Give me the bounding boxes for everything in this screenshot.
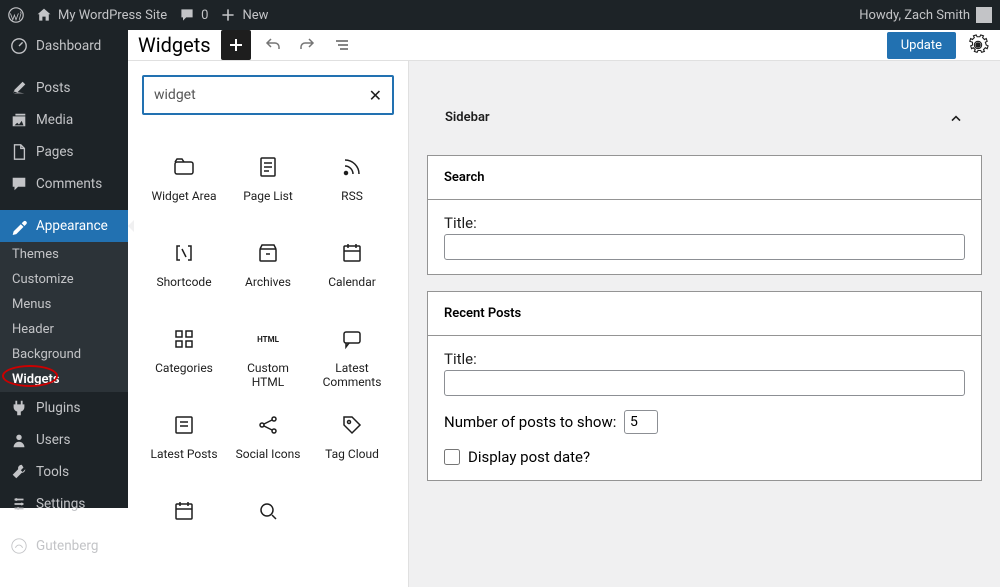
blocks-grid: Widget AreaPage ListRSS ShortcodeArchives… [142,143,394,573]
block-item-archives[interactable]: Archives [226,229,310,315]
block-item-comments[interactable]: Latest Comments [310,315,394,401]
subitem-themes[interactable]: Themes [0,242,128,267]
recent-date-checkbox[interactable] [444,449,460,465]
subitem-widgets[interactable]: Widgets [0,367,128,392]
sidebar-item-settings[interactable]: Settings [0,488,128,520]
sidebar-item-dashboard[interactable]: Dashboard [0,30,128,62]
block-item-html[interactable]: HTMLCustom HTML [226,315,310,401]
subitem-background[interactable]: Background [0,342,128,367]
list-view-button[interactable] [329,33,353,57]
block-item-extra-1[interactable] [226,487,310,573]
comment-icon [179,7,195,23]
appearance-submenu: Themes Customize Menus Header Background… [0,242,128,392]
block-item-pagelist[interactable]: Page List [226,143,310,229]
update-button[interactable]: Update [887,32,956,59]
sidebar-item-pages[interactable]: Pages [0,136,128,168]
add-block-button[interactable] [221,30,251,60]
comments-link[interactable]: 0 [179,7,208,23]
home-icon [36,7,52,23]
subitem-customize[interactable]: Customize [0,267,128,292]
widget-recent-posts: Recent Posts Title: Number of posts to s… [427,291,982,481]
recent-count-input[interactable] [624,410,658,434]
block-search-box: ✕ [142,75,394,115]
sidebar-item-tools[interactable]: Tools [0,456,128,488]
sidebar-item-posts[interactable]: Posts [0,72,128,104]
widget-search-title[interactable]: Search [428,156,981,200]
block-search-input[interactable] [154,87,369,103]
search-title-input[interactable] [444,234,965,260]
block-item-share[interactable]: Social Icons [226,401,310,487]
editor-main: Widgets Update ✕ Widget AreaPage ListRSS… [128,30,1000,508]
widget-recent-title[interactable]: Recent Posts [428,292,981,336]
block-inserter-panel: ✕ Widget AreaPage ListRSS ShortcodeArchiv… [128,61,408,587]
chevron-down-icon [948,107,964,127]
plus-icon [220,7,236,23]
undo-button[interactable] [261,33,285,57]
widget-area-title: Sidebar [445,110,490,125]
avatar [976,7,992,23]
recent-title-input[interactable] [444,370,965,396]
recent-count-label: Number of posts to show: [444,413,616,431]
search-title-label: Title: [444,214,965,232]
block-item-folder[interactable]: Widget Area [142,143,226,229]
block-item-extra-0[interactable] [142,487,226,573]
admin-bar: My WordPress Site 0 New Howdy, Zach Smit… [0,0,1000,30]
sidebar-item-appearance[interactable]: Appearance [0,210,128,242]
editor-header: Widgets Update [128,30,1000,61]
site-name: My WordPress Site [58,8,167,23]
block-item-rss[interactable]: RSS [310,143,394,229]
subitem-menus[interactable]: Menus [0,292,128,317]
subitem-header[interactable]: Header [0,317,128,342]
sidebar-item-comments[interactable]: Comments [0,168,128,200]
clear-search-button[interactable]: ✕ [369,86,382,105]
recent-date-label: Display post date? [468,448,590,466]
recent-title-label: Title: [444,350,965,368]
svg-text:HTML: HTML [257,335,279,344]
widget-canvas-scroll[interactable]: Sidebar Search Title: Recent Posts [408,61,1000,587]
admin-sidebar: Dashboard Posts Media Pages Comments App… [0,30,128,508]
sidebar-item-media[interactable]: Media [0,104,128,136]
block-item-categories[interactable]: Categories [142,315,226,401]
comment-count: 0 [201,8,208,23]
page-title: Widgets [138,33,211,57]
new-label: New [242,8,268,23]
sidebar-item-plugins[interactable]: Plugins [0,392,128,424]
sidebar-item-gutenberg[interactable]: Gutenberg [0,530,128,562]
wp-logo[interactable] [8,7,24,23]
redo-button[interactable] [295,33,319,57]
site-home-link[interactable]: My WordPress Site [36,7,167,23]
settings-button[interactable] [966,33,990,57]
block-item-shortcode[interactable]: Shortcode [142,229,226,315]
block-item-posts[interactable]: Latest Posts [142,401,226,487]
user-greeting[interactable]: Howdy, Zach Smith [859,7,992,23]
new-content-link[interactable]: New [220,7,268,23]
block-item-tag[interactable]: Tag Cloud [310,401,394,487]
sidebar-item-users[interactable]: Users [0,424,128,456]
widget-search: Search Title: [427,155,982,275]
block-item-calendar[interactable]: Calendar [310,229,394,315]
widget-area-header[interactable]: Sidebar [427,95,982,139]
